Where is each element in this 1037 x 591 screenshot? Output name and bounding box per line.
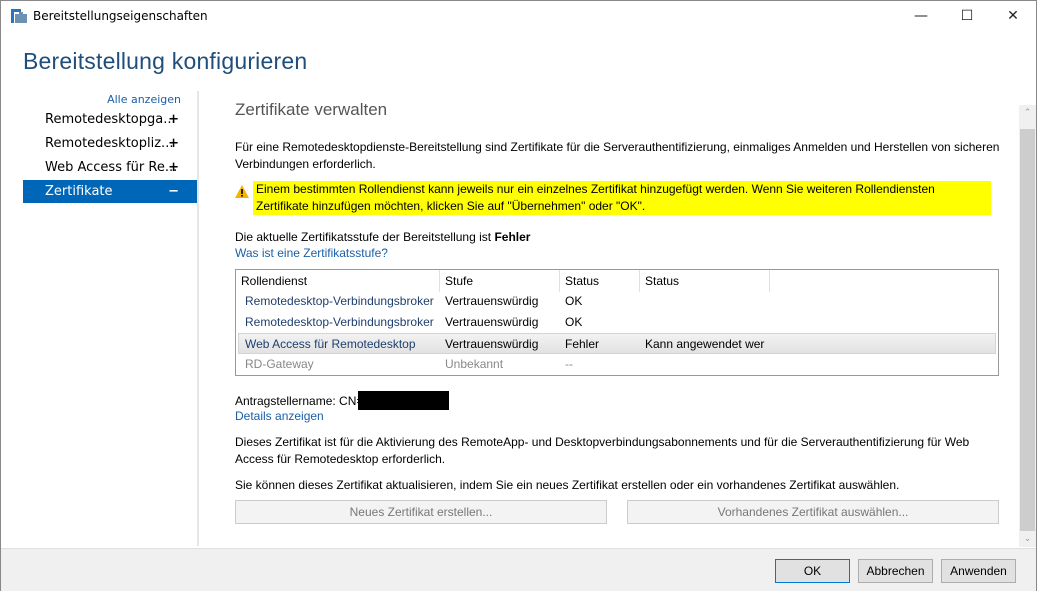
- dialog-footer: OK Abbrechen Anwenden: [1, 548, 1036, 591]
- apply-button[interactable]: Anwenden: [941, 559, 1016, 583]
- cell: --: [565, 357, 573, 371]
- cert-description: Dieses Zertifikat ist für die Aktivierun…: [235, 435, 970, 466]
- column-header[interactable]: Rollendienst: [236, 270, 440, 292]
- new-certificate-button[interactable]: Neues Zertifikat erstellen...: [235, 500, 607, 524]
- cell: Vertrauenswürdig: [445, 315, 539, 329]
- cancel-button[interactable]: Abbrechen: [858, 559, 933, 583]
- cell: Unbekannt: [445, 357, 504, 371]
- sidebar-item-label: Web Access für Re...: [45, 160, 178, 175]
- cell: OK: [565, 294, 583, 308]
- sidebar-item-label: Remotedesktopga...: [45, 112, 176, 127]
- warning-text: Einem bestimmten Rollendienst kann jewei…: [253, 181, 991, 215]
- details-link[interactable]: Details anzeigen: [235, 408, 324, 425]
- collapse-icon: −: [168, 184, 179, 199]
- cell: RD-Gateway: [245, 357, 314, 371]
- cert-update-text: Sie können dieses Zertifikat aktualisier…: [235, 478, 900, 492]
- table-row[interactable]: Remotedesktop-Verbindungsbroker Vertrauen…: [238, 312, 996, 333]
- expand-icon: +: [168, 136, 179, 151]
- sidebar-item-label: Zertifikate: [45, 184, 113, 199]
- sidebar-item-label: Remotedesktopliz...: [45, 136, 174, 151]
- cell: Vertrauenswürdig: [445, 294, 539, 308]
- warning-icon: [235, 185, 249, 198]
- cert-level-value: Fehler: [494, 230, 531, 244]
- close-button[interactable]: ✕: [990, 1, 1036, 31]
- sidebar-item-rd-gateway[interactable]: Remotedesktopga... +: [23, 108, 197, 131]
- redacted-subject: [358, 391, 449, 410]
- column-header[interactable]: Status: [560, 270, 640, 292]
- show-all-link[interactable]: Alle anzeigen: [61, 93, 181, 106]
- cert-level-text: Die aktuelle Zertifikatsstufe der Bereit…: [235, 229, 530, 246]
- cell: Web Access für Remotedesktop: [245, 337, 416, 351]
- dialog-window: Bereitstellungseigenschaften — ☐ ✕ Berei…: [0, 0, 1037, 591]
- scroll-down-icon[interactable]: ⌄: [1019, 534, 1036, 544]
- scrollbar[interactable]: ⌃ ⌄: [1019, 105, 1036, 547]
- cell: Kann angewendet wer: [645, 337, 765, 351]
- role-services-table: Rollendienst Stufe Status Status Remoted…: [235, 269, 999, 376]
- ok-button[interactable]: OK: [775, 559, 850, 583]
- title-bar: Bereitstellungseigenschaften — ☐ ✕: [1, 1, 1036, 31]
- cell: Remotedesktop-Verbindungsbroker: [245, 315, 434, 329]
- table-row[interactable]: RD-Gateway Unbekannt --: [238, 354, 996, 375]
- section-title: Zertifikate verwalten: [235, 100, 388, 119]
- table-row[interactable]: Remotedesktop-Verbindungsbroker Vertrauen…: [238, 291, 996, 312]
- column-header[interactable]: Status: [640, 270, 770, 292]
- scrollbar-thumb[interactable]: [1020, 129, 1035, 531]
- app-icon: [11, 9, 27, 23]
- column-header[interactable]: Stufe: [440, 270, 560, 292]
- cell: Fehler: [565, 337, 600, 351]
- cell: Vertrauenswürdig: [445, 337, 539, 351]
- window-title: Bereitstellungseigenschaften: [33, 9, 208, 23]
- cell: Remotedesktop-Verbindungsbroker: [245, 294, 434, 308]
- minimize-button[interactable]: —: [898, 1, 944, 31]
- scroll-up-icon[interactable]: ⌃: [1019, 108, 1036, 118]
- expand-icon: +: [168, 112, 179, 127]
- divider: [197, 91, 199, 546]
- maximize-button[interactable]: ☐: [944, 1, 990, 31]
- sidebar-item-certificates[interactable]: Zertifikate −: [23, 180, 197, 203]
- expand-icon: +: [168, 160, 179, 175]
- page-title: Bereitstellung konfigurieren: [23, 48, 308, 74]
- intro-text: Für eine Remotedesktopdienste-Bereitstel…: [235, 140, 1000, 171]
- table-row-selected[interactable]: Web Access für Remotedesktop Vertrauenswü…: [238, 333, 996, 354]
- cert-level-label: Die aktuelle Zertifikatsstufe der Bereit…: [235, 230, 495, 244]
- existing-certificate-button[interactable]: Vorhandenes Zertifikat auswählen...: [627, 500, 999, 524]
- cell: OK: [565, 315, 583, 329]
- cert-level-help-link[interactable]: Was ist eine Zertifikatsstufe?: [235, 245, 388, 262]
- sidebar-item-rd-licensing[interactable]: Remotedesktopliz... +: [23, 132, 197, 155]
- sidebar-item-web-access[interactable]: Web Access für Re... +: [23, 156, 197, 179]
